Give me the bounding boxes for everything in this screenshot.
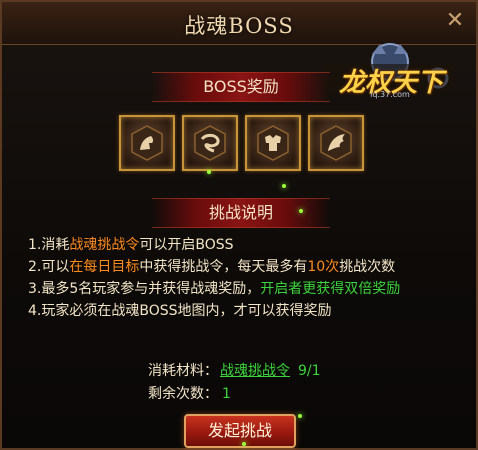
rule-line-2: 2.可以在每日目标中获得挑战令，每天最多有10次挑战次数 [28,256,468,278]
dialog-title: 战魂BOSS [184,14,294,38]
reward-item-slot[interactable] [182,115,238,171]
rule-highlight: 战魂挑战令 [69,237,140,253]
rule-text: 可以开启BOSS [139,237,234,253]
horse-icon [131,125,163,161]
wing-icon [320,125,352,161]
rule-text: 2.可以 [28,259,70,275]
sparkle-icon [207,170,211,174]
cost-item-link[interactable]: 战魂挑战令 [220,363,290,379]
rule-line-1: 1.消耗战魂挑战令可以开启BOSS [28,234,468,256]
start-challenge-button[interactable]: 发起挑战 [184,414,296,448]
reward-item-slot[interactable] [308,115,364,171]
rule-highlight: 在每日目标 [69,259,140,275]
cost-label: 消耗材料： [148,363,218,379]
rule-line-3: 3.最多5名玩家参与并获得战魂奖励，开启者更获得双倍奖励 [28,278,468,300]
rule-line-4: 4.玩家必须在战魂BOSS地图内，才可以获得奖励 [28,300,468,322]
rule-text: 1.消耗 [28,237,70,253]
reward-item-slot[interactable] [119,115,175,171]
rule-highlight: 10次 [307,259,340,275]
title-bar[interactable]: 战魂BOSS ✕ [2,2,476,45]
rules-section-label: 挑战说明 [208,203,273,222]
armor-icon [257,125,289,161]
sparkle-icon [299,209,303,213]
reward-section-label: BOSS奖励 [203,77,279,96]
rules-section-header: 挑战说明 [152,198,330,228]
close-button[interactable]: ✕ [444,10,466,32]
reward-section-header: BOSS奖励 [152,72,330,102]
sparkle-icon [298,414,302,418]
sparkle-icon [282,184,286,188]
game-logo: 龙权天下 lq.37.com [320,42,460,104]
cost-count: 9/1 [298,363,321,379]
reward-list [119,115,369,175]
boss-dialog: 战魂BOSS ✕ 龙权天下 lq.37.com BOSS奖励 挑战说明 1.消耗… [0,0,478,450]
remaining-row: 剩余次数： 1 [148,383,231,403]
rule-highlight: 开启者更获得双倍奖励 [260,281,401,297]
remaining-label: 剩余次数： [148,386,218,402]
scroll-icon [194,125,226,161]
rules-list: 1.消耗战魂挑战令可以开启BOSS 2.可以在每日目标中获得挑战令，每天最多有1… [28,234,468,322]
logo-subtext: lq.37.com [370,90,410,99]
rule-text: 3.最多5名玩家参与并获得战魂奖励， [28,281,261,297]
remaining-count: 1 [222,386,231,402]
reward-item-slot[interactable] [245,115,301,171]
cost-row: 消耗材料： 战魂挑战令 9/1 [148,360,321,380]
rule-text: 中获得挑战令，每天最多有 [139,259,308,275]
close-icon[interactable]: ✕ [444,10,466,32]
rule-text: 4.玩家必须在战魂BOSS地图内，才可以获得奖励 [28,303,332,319]
sparkle-icon [242,442,246,446]
rule-text: 挑战次数 [339,259,396,275]
